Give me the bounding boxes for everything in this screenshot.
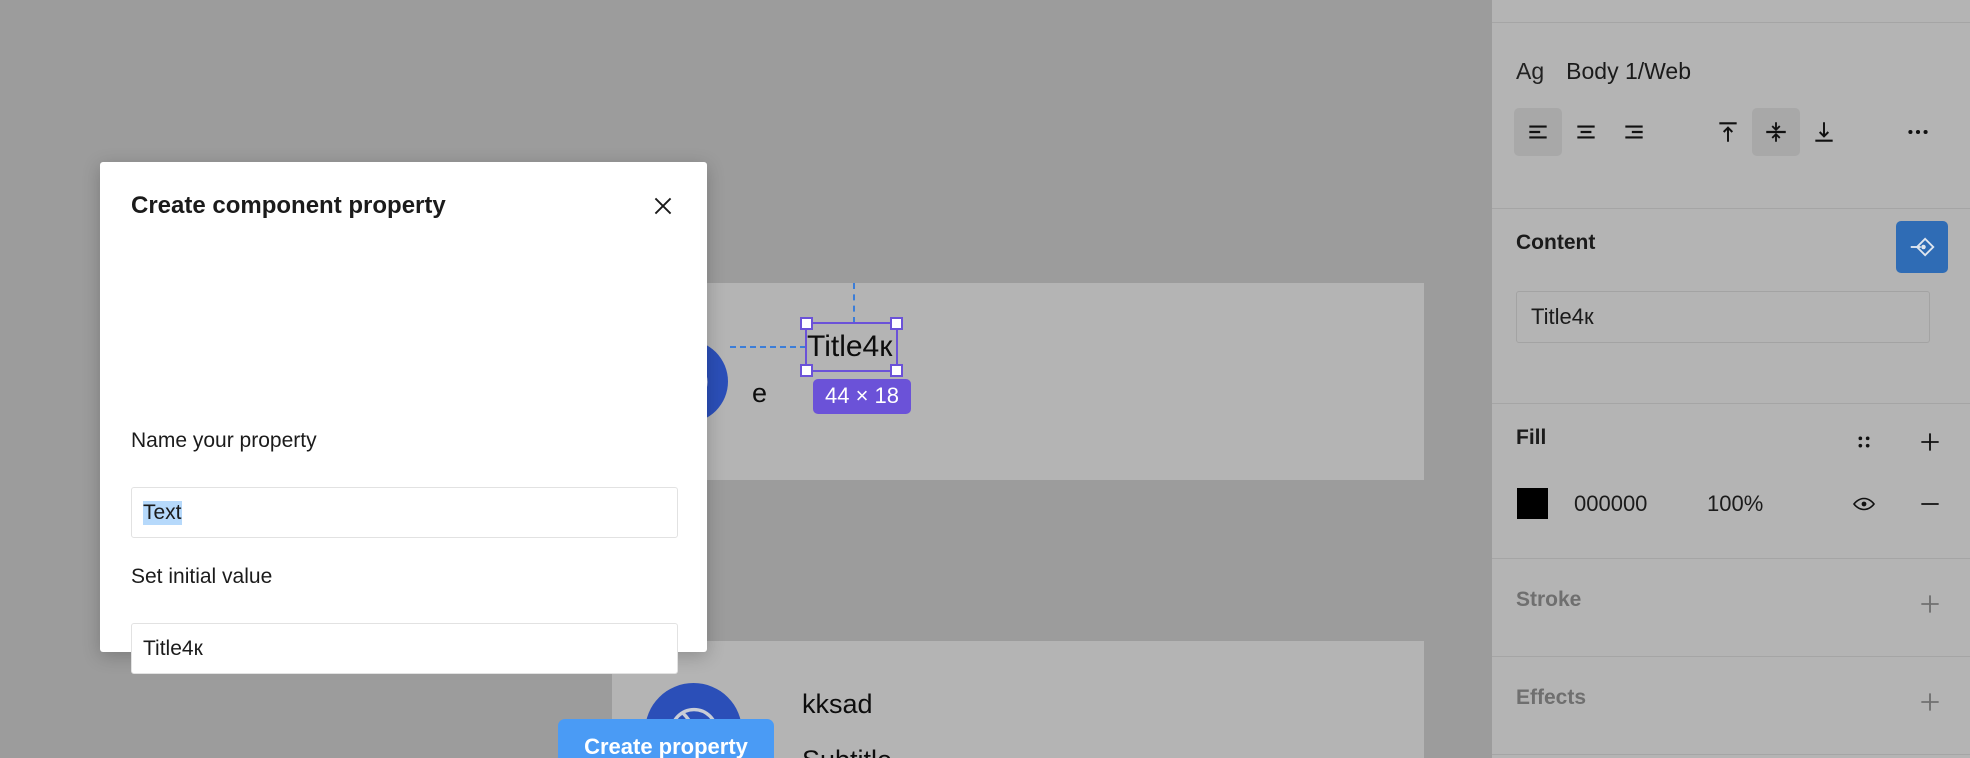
app-root: e kksad Subtitle Title4к — [0, 0, 1970, 758]
panel-divider — [1492, 403, 1970, 404]
selection-box[interactable] — [800, 317, 903, 377]
resize-handle-top-left[interactable] — [800, 317, 813, 330]
create-component-property-dialog: Create component property Name your prop… — [100, 162, 774, 758]
alignment-guide-vertical — [853, 283, 855, 323]
alignment-guide-horizontal — [730, 346, 806, 348]
effects-section-title: Effects — [1516, 686, 1587, 709]
content-value-text: Title4к — [1531, 304, 1594, 329]
align-middle-icon[interactable] — [1752, 108, 1800, 156]
panel-divider — [1492, 208, 1970, 209]
panel-divider — [1492, 656, 1970, 657]
name-field-label: Name your property — [131, 429, 317, 452]
fill-section-title: Fill — [1516, 426, 1547, 449]
panel-divider — [1492, 754, 1970, 755]
dialog-title: Create component property — [131, 192, 446, 219]
fill-color-swatch[interactable] — [1517, 488, 1548, 519]
dialog-header: Create component property — [100, 162, 707, 254]
component-property-icon[interactable] — [1896, 221, 1948, 273]
align-bottom-icon[interactable] — [1800, 108, 1848, 156]
alignment-toolbar — [1492, 108, 1970, 156]
plus-icon[interactable] — [1910, 584, 1950, 624]
card-frame-top[interactable]: e — [612, 283, 1424, 480]
text-style-name: Body 1/Web — [1566, 57, 1692, 84]
initial-value-input[interactable]: Title4к — [131, 623, 678, 674]
content-value-input[interactable]: Title4к — [1516, 291, 1930, 343]
minus-icon[interactable] — [1910, 484, 1950, 524]
initial-value-text: Title4к — [143, 636, 203, 660]
card-subtitle: e — [752, 378, 768, 408]
text-style-row[interactable]: Ag Body 1/Web — [1492, 52, 1691, 90]
close-icon[interactable] — [645, 188, 681, 224]
create-property-button[interactable]: Create property — [558, 719, 774, 758]
content-section-title: Content — [1516, 231, 1596, 254]
initial-value-field-label: Set initial value — [131, 565, 273, 588]
align-left-icon[interactable] — [1514, 108, 1562, 156]
plus-icon[interactable] — [1910, 682, 1950, 722]
resize-handle-bottom-left[interactable] — [800, 364, 813, 377]
panel-divider — [1492, 22, 1970, 23]
panel-divider — [1492, 558, 1970, 559]
align-center-icon[interactable] — [1562, 108, 1610, 156]
fill-hex-value[interactable]: 000000 — [1574, 488, 1647, 519]
align-top-icon[interactable] — [1704, 108, 1752, 156]
type-preview-label: Ag — [1516, 57, 1545, 84]
eye-icon[interactable] — [1844, 484, 1884, 524]
property-name-value: Text — [143, 500, 182, 525]
card-subtitle: Subtitle — [802, 745, 892, 758]
plus-icon[interactable] — [1910, 422, 1950, 462]
resize-handle-bottom-right[interactable] — [890, 364, 903, 377]
property-name-input[interactable]: Text — [131, 487, 678, 538]
fill-opacity-value[interactable]: 100% — [1707, 488, 1763, 519]
selection-size-badge: 44 × 18 — [813, 379, 912, 414]
card-title: kksad — [802, 689, 873, 719]
stroke-section-title: Stroke — [1516, 588, 1582, 611]
properties-panel: Ag Body 1/Web Content Title4к Fill 00000… — [1492, 0, 1970, 758]
style-grid-icon[interactable] — [1844, 422, 1884, 462]
align-right-icon[interactable] — [1610, 108, 1658, 156]
resize-handle-top-right[interactable] — [890, 317, 903, 330]
more-horizontal-icon[interactable] — [1894, 108, 1942, 156]
